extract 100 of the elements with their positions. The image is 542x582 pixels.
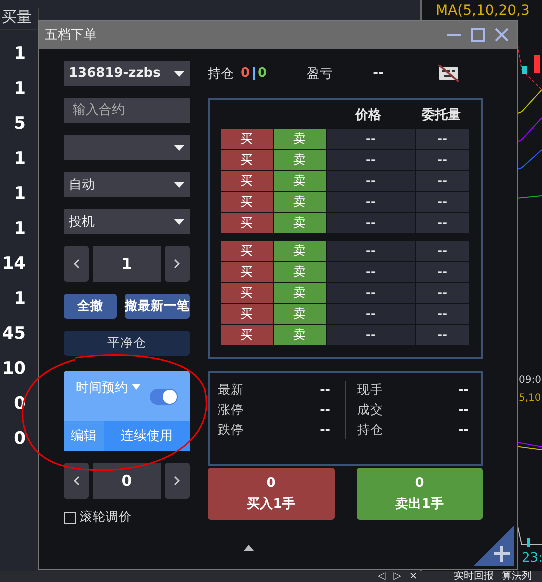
volume-cell: -- [416, 304, 469, 324]
plus-icon[interactable] [474, 526, 514, 566]
toggle-switch[interactable] [150, 389, 178, 405]
price-cell: -- [327, 304, 415, 324]
increment-button[interactable] [165, 463, 190, 499]
volume-cell: -- [416, 129, 469, 149]
mode-dropdown[interactable]: 自动 [64, 172, 190, 197]
price-cell: -- [327, 213, 415, 233]
sell-level-button[interactable]: 卖 [274, 283, 326, 303]
buy-level-button[interactable]: 买 [221, 283, 273, 303]
nav-button[interactable]: ▷ [394, 572, 402, 582]
buy-button[interactable]: 0 买入1手 [208, 468, 334, 520]
quote-value: -- [320, 402, 330, 418]
time-label: 09:0 [519, 375, 542, 386]
sell-level-button[interactable]: 卖 [274, 213, 326, 233]
volume-value: 10 [2, 359, 26, 379]
volume-cell: -- [416, 283, 469, 303]
sell-level-button[interactable]: 卖 [274, 325, 326, 345]
column-header: 委托量 [420, 106, 462, 124]
candle [534, 55, 540, 73]
buy-level-button[interactable]: 买 [221, 304, 273, 324]
volume-cell: -- [416, 262, 469, 282]
price-cell: -- [327, 192, 415, 212]
contract-input[interactable]: 输入合约 [64, 98, 190, 123]
buy-level-button[interactable]: 买 [221, 150, 273, 170]
checkbox[interactable] [64, 512, 76, 524]
quote-label: 涨停 [218, 402, 244, 418]
quote-value: -- [458, 422, 469, 438]
separator [253, 67, 256, 80]
account-dropdown[interactable]: 136819-zzbs [64, 61, 190, 86]
sell-level-button[interactable]: 卖 [274, 192, 326, 212]
short-position-value: 0 [258, 66, 268, 81]
long-position-value: 0 [241, 66, 250, 81]
buy-level-button[interactable]: 买 [221, 192, 273, 212]
ma-indicator-label: 5,10 [519, 393, 542, 404]
buy-level-button[interactable]: 买 [221, 213, 273, 233]
volume-value: 0 [14, 429, 26, 449]
position-label: 持仓 [208, 66, 234, 82]
buy-level-button[interactable]: 买 [221, 241, 273, 261]
price-cell: -- [327, 171, 415, 191]
panel-tab[interactable]: 算法列 [502, 572, 532, 582]
volume-cell: -- [416, 213, 469, 233]
quote-label: 现手 [358, 382, 384, 398]
quantity-field[interactable]: 1 [93, 246, 161, 282]
nav-button[interactable]: ◁ [378, 572, 386, 582]
decrement-button[interactable] [64, 246, 89, 282]
volume-value: 1 [14, 79, 26, 99]
price-cell: -- [327, 241, 415, 261]
sell-level-button[interactable]: 卖 [274, 129, 326, 149]
sell-level-button[interactable]: 卖 [274, 241, 326, 261]
sell-button[interactable]: 0 卖出1手 [356, 468, 483, 520]
cancel-latest-button[interactable]: 撤最新一笔 [125, 294, 190, 319]
volume-cell: -- [416, 192, 469, 212]
increment-button[interactable] [165, 246, 190, 282]
hedge-dropdown[interactable]: 投机 [64, 209, 190, 234]
dropdown-caret-icon [174, 182, 185, 188]
buy-level-button[interactable]: 买 [221, 262, 273, 282]
price-cell: -- [327, 262, 415, 282]
dropdown-caret-icon [132, 384, 141, 390]
price-field[interactable]: 0 [93, 463, 161, 499]
sell-level-button[interactable]: 卖 [274, 262, 326, 282]
ma-indicator-label: MA(5,10,20,3 [436, 3, 530, 19]
sell-level-button[interactable]: 卖 [274, 171, 326, 191]
column-header: 价格 [354, 106, 383, 124]
maximize-icon[interactable] [469, 26, 487, 44]
volume-cell: -- [416, 325, 469, 345]
buy-level-button[interactable]: 买 [221, 325, 273, 345]
cancel-all-button[interactable]: 全撤 [64, 294, 117, 319]
expand-arrow-icon[interactable] [244, 545, 254, 551]
volume-value: 1 [14, 44, 26, 64]
quote-label: 成交 [358, 402, 384, 418]
pnl-value: -- [373, 66, 384, 81]
close-position-button[interactable]: 平净仓 [64, 331, 190, 356]
price-cell: -- [327, 129, 415, 149]
buy-level-button[interactable]: 买 [221, 171, 273, 191]
keyboard-off-icon[interactable] [438, 65, 459, 82]
decrement-button[interactable] [64, 463, 89, 499]
dropdown-caret-icon [174, 70, 185, 76]
nav-button[interactable]: × [409, 572, 418, 582]
volume-cell: -- [416, 150, 469, 170]
sell-level-button[interactable]: 卖 [274, 150, 326, 170]
quote-label: 持仓 [358, 422, 384, 438]
quote-value: -- [458, 382, 469, 398]
volume-value: 1 [14, 289, 26, 309]
sell-level-button[interactable]: 卖 [274, 304, 326, 324]
pnl-label: 盈亏 [307, 66, 334, 82]
dropdown-caret-icon [174, 144, 185, 150]
quote-label: 跌停 [218, 422, 244, 438]
time-label: 23: [522, 551, 542, 566]
dropdown-caret-icon [174, 218, 185, 224]
close-icon[interactable] [493, 26, 511, 44]
candle [522, 66, 527, 74]
chevron-right-icon [174, 259, 181, 269]
buy-level-button[interactable]: 买 [221, 129, 273, 149]
volume-bar [527, 538, 530, 547]
volume-cell: -- [416, 241, 469, 261]
volume-cell: -- [416, 171, 469, 191]
panel-tab[interactable]: 实时回报 [454, 572, 494, 582]
chevron-right-icon [174, 476, 181, 486]
chevron-left-icon [73, 259, 80, 269]
